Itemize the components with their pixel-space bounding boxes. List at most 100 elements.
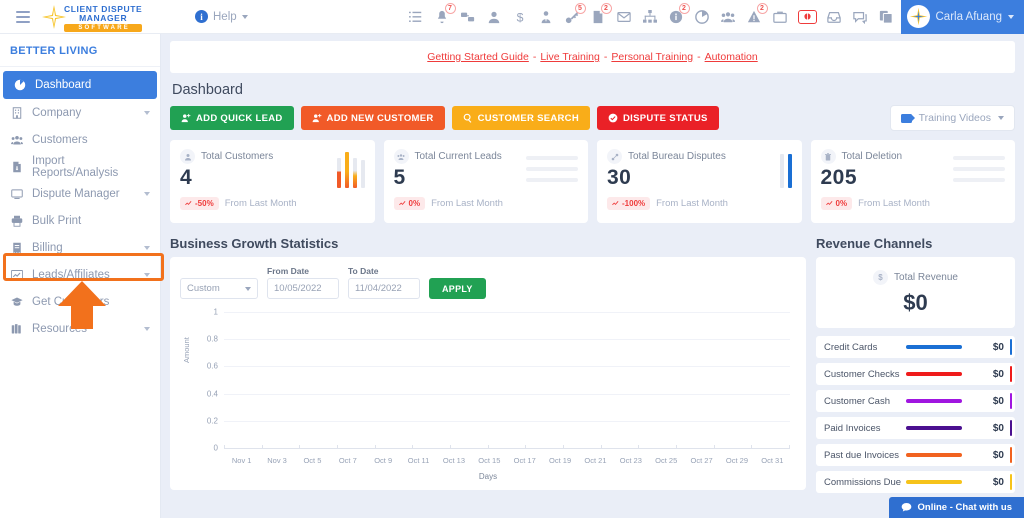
stat-note: From Last Month	[224, 198, 297, 209]
y-tick-label: 0.2	[206, 416, 218, 426]
spark-bar	[352, 158, 357, 188]
y-tick-label: 0.4	[206, 389, 218, 399]
bell-icon[interactable]: 7	[434, 3, 456, 25]
sidebar-item-billing[interactable]: Billing	[0, 234, 160, 261]
sidebar-item-company[interactable]: Company	[0, 99, 160, 126]
user-plus-icon	[312, 113, 321, 123]
total-revenue-label: Total Revenue	[894, 272, 958, 283]
x-tick-label: Oct 17	[513, 456, 536, 465]
add-quick-lead-button[interactable]: ADD QUICK LEAD	[170, 106, 294, 130]
apply-button[interactable]: APPLY	[429, 278, 486, 299]
customer-search-button[interactable]: CUSTOMER SEARCH	[451, 106, 591, 130]
channel-bar	[906, 399, 962, 403]
chevron-down-icon	[1008, 14, 1014, 19]
x-tick-label: Oct 25	[655, 456, 678, 465]
x-tick-label: Oct 11	[407, 456, 430, 465]
link-automation[interactable]: Automation	[705, 51, 758, 63]
svg-text:$: $	[517, 10, 524, 24]
total-revenue-value: $0	[903, 290, 928, 315]
channel-bar	[906, 345, 962, 349]
pie-chart-icon[interactable]	[694, 8, 711, 25]
x-tick-mark	[600, 445, 602, 449]
training-videos-dropdown[interactable]: Training Videos	[889, 105, 1015, 131]
stat-card-row: Total Customers 4 -50% From Last Month T…	[170, 140, 1015, 223]
stat-card-total-current-leads: Total Current Leads 5 0% From Last Month	[383, 140, 588, 223]
revenue-channel-row[interactable]: Paid Invoices $0	[816, 417, 1015, 439]
x-tick-marks	[224, 445, 790, 449]
money-icon[interactable]	[797, 9, 817, 24]
add-new-customer-button[interactable]: ADD NEW CUSTOMER	[300, 106, 445, 130]
channel-name: Past due Invoices	[824, 449, 899, 461]
info-icon[interactable]: 2	[668, 3, 690, 25]
revenue-channel-row[interactable]: Commissions Due $0	[816, 471, 1015, 493]
warning-badge: 2	[756, 3, 768, 14]
invoice-icon	[10, 242, 24, 254]
chat-widget-button[interactable]: Online - Chat with us	[888, 497, 1024, 518]
spark-bar	[787, 154, 792, 188]
chat-icon[interactable]	[852, 8, 869, 25]
x-tick-label: Nov 3	[267, 456, 287, 465]
revenue-channels-panel: Revenue Channels $ Total Revenue $0 Cred…	[816, 236, 1015, 493]
x-tick-label: Oct 9	[374, 456, 393, 465]
envelope-icon[interactable]	[616, 8, 633, 25]
sidebar-item-customers[interactable]: Customers	[0, 126, 160, 153]
user-tie-icon[interactable]	[538, 8, 555, 25]
trend-icon	[185, 201, 192, 206]
sidebar-item-label: Dispute Manager	[32, 187, 120, 200]
key-icon[interactable]: 5	[564, 3, 586, 25]
x-tick-mark	[449, 445, 451, 449]
sidebar-item-bulk-print[interactable]: Bulk Print	[0, 207, 160, 234]
placeholder-line	[953, 167, 1005, 171]
user-icon[interactable]	[486, 8, 503, 25]
books-icon	[10, 323, 24, 335]
from-date-field: From Date 10/05/2022	[267, 266, 339, 299]
to-date-input[interactable]: 11/04/2022	[348, 278, 420, 299]
stat-change-value: 0%	[408, 199, 421, 208]
sidebar-item-import-reports-analysis[interactable]: Import Reports/Analysis	[0, 153, 160, 180]
x-tick-mark	[525, 445, 527, 449]
sitemap-icon[interactable]	[642, 8, 659, 25]
stat-footer: 0% From Last Month	[820, 197, 1006, 210]
spark-bar	[779, 154, 784, 188]
document-icon[interactable]: 2	[590, 3, 612, 25]
dollar-icon[interactable]: $	[512, 8, 529, 25]
channel-value: $0	[992, 368, 1004, 380]
dispute-status-button[interactable]: DISPUTE STATUS	[597, 106, 719, 130]
app-logo[interactable]: CLIENT DISPUTE MANAGER SOFTWARE	[42, 3, 147, 32]
button-label: ADD QUICK LEAD	[196, 112, 283, 124]
stat-title: Total Customers	[201, 151, 274, 162]
briefcase-icon[interactable]	[772, 8, 789, 25]
sidebar-toggle-button[interactable]	[8, 10, 38, 23]
network-share-icon[interactable]	[460, 8, 477, 25]
link-getting-started-guide[interactable]: Getting Started Guide	[427, 51, 529, 63]
from-date-input[interactable]: 10/05/2022	[267, 278, 339, 299]
user-profile-menu[interactable]: Carla Afuang	[900, 0, 1024, 34]
sidebar-item-dispute-manager[interactable]: Dispute Manager	[0, 180, 160, 207]
revenue-channel-row[interactable]: Customer Checks $0	[816, 363, 1015, 385]
copy-icon[interactable]	[878, 8, 895, 25]
logo-line-3: SOFTWARE	[64, 23, 143, 32]
main-content: Getting Started Guide - Live Training - …	[161, 34, 1024, 518]
help-menu[interactable]: i Help	[195, 10, 248, 23]
inbox-icon[interactable]	[826, 8, 843, 25]
video-icon	[900, 113, 915, 123]
link-personal-training[interactable]: Personal Training	[611, 51, 693, 63]
channel-bar	[906, 372, 962, 376]
channel-bar	[906, 453, 962, 457]
x-tick-mark	[487, 445, 489, 449]
warning-icon[interactable]: 2	[746, 3, 768, 25]
stat-change-value: -50%	[195, 199, 214, 208]
users-icon[interactable]	[720, 8, 737, 25]
range-select[interactable]: Custom	[180, 278, 258, 299]
logo-text: CLIENT DISPUTE MANAGER SOFTWARE	[64, 4, 143, 32]
revenue-channel-row[interactable]: Credit Cards $0	[816, 336, 1015, 358]
stat-note: From Last Month	[431, 198, 503, 209]
sidebar-item-dashboard[interactable]: Dashboard	[3, 71, 157, 99]
list-icon[interactable]	[408, 8, 425, 25]
link-live-training[interactable]: Live Training	[540, 51, 600, 63]
placeholder-line	[526, 178, 578, 182]
x-tick-label: Oct 5	[303, 456, 322, 465]
revenue-channel-row[interactable]: Past due Invoices $0	[816, 444, 1015, 466]
revenue-channel-row[interactable]: Customer Cash $0	[816, 390, 1015, 412]
channel-edge-marker	[1009, 447, 1012, 463]
